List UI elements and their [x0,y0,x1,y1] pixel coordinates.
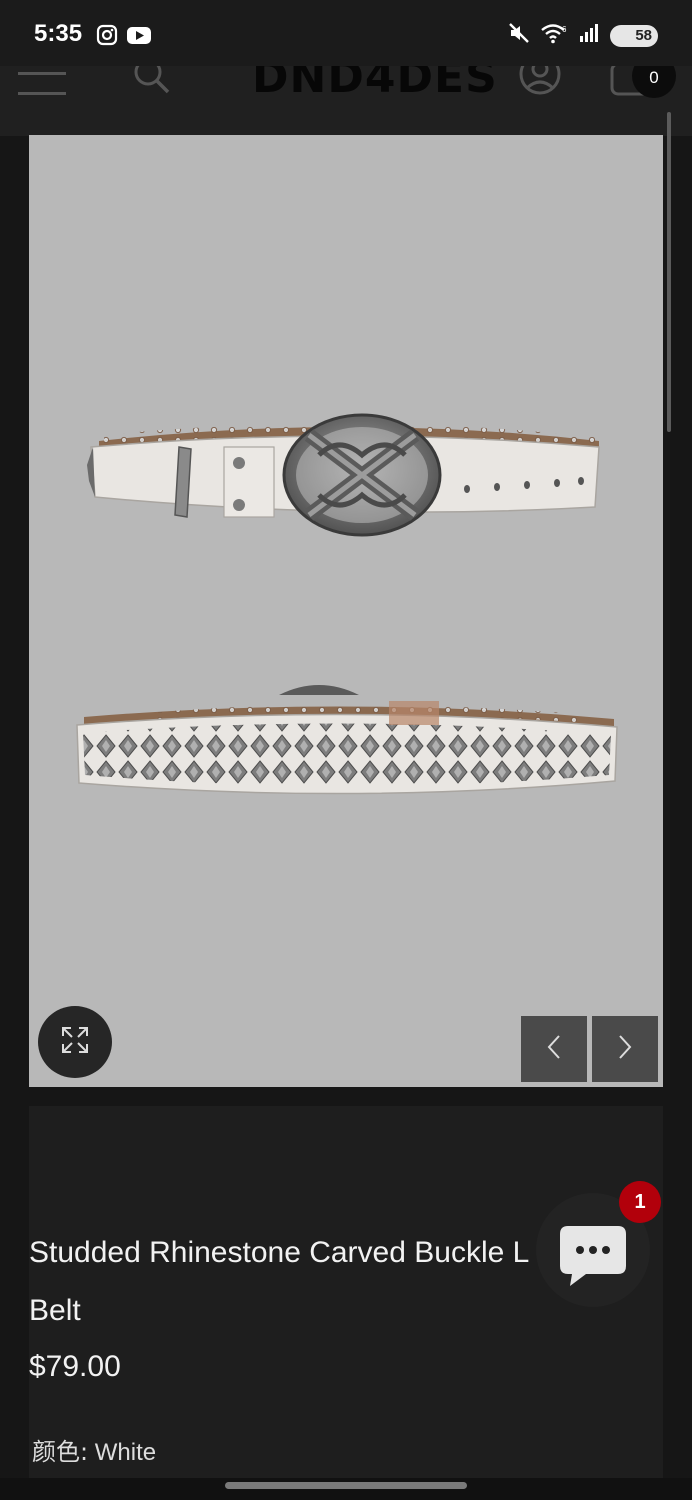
chevron-right-icon [617,1034,633,1065]
chevron-left-icon [546,1034,562,1065]
product-title-line-1: Studded Rhinestone Carved Buckle L [29,1236,530,1269]
status-bar: 5:35 6 58 [0,0,692,66]
product-image [76,413,618,795]
home-indicator[interactable] [225,1482,467,1489]
belt-top-view [87,413,600,537]
color-label: 颜色: [32,1438,89,1466]
menu-icon[interactable] [18,72,66,107]
battery-level: 58 [635,27,652,44]
site-logo[interactable]: DND4DES [252,66,498,103]
instagram-icon [96,24,118,51]
product-title-line-2: Belt [29,1294,81,1327]
signal-icon [578,22,600,49]
chat-unread-badge[interactable]: 1 [619,1181,661,1223]
expand-icon [60,1025,90,1060]
zoom-expand-button[interactable] [38,1006,112,1078]
gallery-prev-button[interactable] [521,1016,587,1082]
site-header: DND4DES 0 [0,66,692,136]
color-value: White [94,1439,157,1466]
mute-icon [508,22,530,49]
belt-studded-view [76,685,618,795]
product-image-gallery[interactable] [29,135,663,1087]
svg-text:6: 6 [562,25,567,34]
product-price: $79.00 [29,1350,121,1383]
account-icon[interactable] [518,66,562,105]
color-option-row: 颜色: White [32,1432,156,1467]
battery-icon: 58 [610,24,658,47]
wifi-icon: 6 [540,22,568,49]
chat-bubble-icon[interactable] [558,1224,628,1293]
search-icon[interactable] [132,66,172,101]
gallery-next-button[interactable] [592,1016,658,1082]
youtube-icon [126,24,152,51]
status-time: 5:35 [34,20,83,47]
product-title: Studded Rhinestone Carved Buckle L Belt [29,1224,549,1340]
page-scrollbar[interactable] [667,112,671,432]
